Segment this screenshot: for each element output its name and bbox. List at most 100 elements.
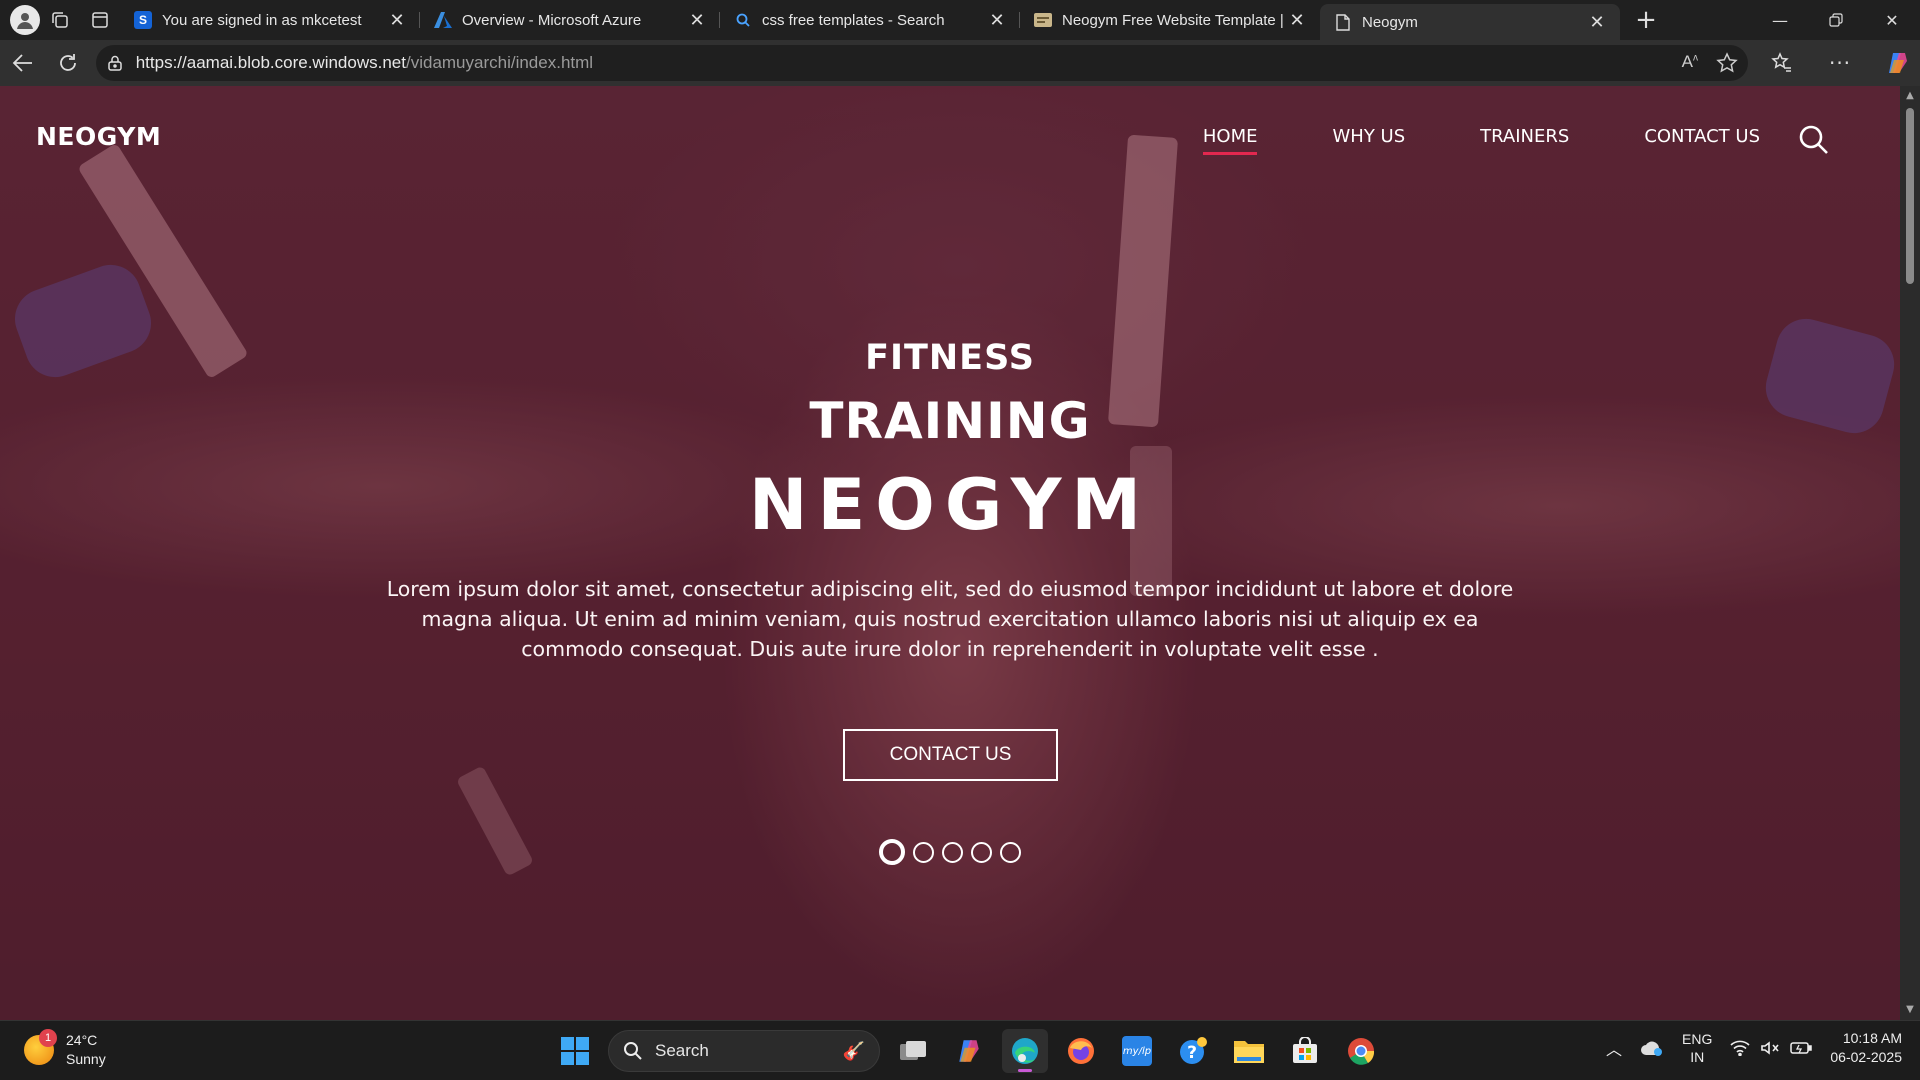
close-icon[interactable]: ✕ bbox=[1286, 10, 1308, 31]
favorites-button[interactable] bbox=[1760, 43, 1804, 83]
more-menu-button[interactable]: ··· bbox=[1818, 43, 1862, 83]
minimize-button[interactable]: — bbox=[1752, 0, 1808, 40]
template-site-icon bbox=[1034, 11, 1052, 29]
tab-neogym[interactable]: Neogym ✕ bbox=[1320, 4, 1620, 40]
site-header: NEOGYM HOME WHY US TRAINERS CONTACT US bbox=[0, 86, 1900, 176]
store-bag-icon bbox=[1293, 1037, 1317, 1063]
mylp-icon: my/lp bbox=[1122, 1036, 1152, 1066]
lang-code: ENG bbox=[1682, 1031, 1713, 1047]
site-logo[interactable]: NEOGYM bbox=[36, 122, 161, 151]
tab-search[interactable]: css free templates - Search ✕ bbox=[720, 0, 1020, 40]
tab-neogym-template[interactable]: Neogym Free Website Template | ✕ bbox=[1020, 0, 1320, 40]
page-scrollbar[interactable]: ▲ ▼ bbox=[1900, 86, 1920, 1020]
windows-logo-icon bbox=[561, 1037, 589, 1065]
hero-title: NEOGYM bbox=[748, 464, 1152, 546]
task-view-icon bbox=[900, 1041, 926, 1060]
get-help-app[interactable]: ? bbox=[1170, 1029, 1216, 1073]
taskbar-search-box[interactable]: Search 🎸 bbox=[608, 1030, 880, 1072]
nav-home[interactable]: HOME bbox=[1202, 126, 1257, 155]
restore-icon bbox=[1829, 13, 1843, 27]
volume-muted-icon bbox=[1761, 1041, 1779, 1055]
scroll-up-icon[interactable]: ▲ bbox=[1904, 90, 1916, 101]
weather-widget[interactable]: 1 24°C Sunny bbox=[24, 1029, 106, 1069]
address-input[interactable]: https://aamai.blob.core.windows.net/vida… bbox=[95, 45, 1749, 81]
tab-azure[interactable]: Overview - Microsoft Azure ✕ bbox=[420, 0, 720, 40]
tab-signed-in[interactable]: S You are signed in as mkcetest ✕ bbox=[120, 0, 420, 40]
nav-trainers[interactable]: TRAINERS bbox=[1480, 126, 1569, 155]
copilot-app[interactable] bbox=[946, 1029, 992, 1073]
firefox-app[interactable] bbox=[1058, 1029, 1104, 1073]
contact-us-button[interactable]: CONTACT US bbox=[843, 729, 1058, 781]
refresh-icon bbox=[60, 54, 77, 71]
url-path: /vidamuyarchi/index.html bbox=[405, 53, 594, 72]
plus-icon: + bbox=[1635, 5, 1657, 35]
mylp-app[interactable]: my/lp bbox=[1114, 1029, 1160, 1073]
weather-condition: Sunny bbox=[66, 1051, 106, 1067]
copilot-icon bbox=[959, 1040, 979, 1062]
close-window-button[interactable]: ✕ bbox=[1864, 0, 1920, 40]
taskbar-clock[interactable]: 10:18 AM 06-02-2025 bbox=[1830, 1029, 1902, 1067]
battery-icon bbox=[1790, 1042, 1813, 1054]
edge-browser-icon bbox=[1012, 1038, 1038, 1064]
copilot-icon bbox=[1889, 53, 1908, 73]
close-icon: ✕ bbox=[1885, 10, 1899, 30]
store-app[interactable] bbox=[1282, 1029, 1328, 1073]
hero-line-fitness: FITNESS bbox=[865, 338, 1035, 378]
edge-app[interactable] bbox=[1002, 1029, 1048, 1073]
close-icon[interactable]: ✕ bbox=[386, 10, 408, 31]
workspaces-button[interactable] bbox=[40, 0, 80, 40]
carousel-dot[interactable] bbox=[942, 841, 963, 863]
start-button[interactable] bbox=[552, 1029, 598, 1073]
nav-contact-us[interactable]: CONTACT US bbox=[1644, 126, 1760, 155]
profile-button[interactable] bbox=[0, 0, 40, 40]
onedrive-cloud-icon[interactable] bbox=[1640, 1039, 1664, 1057]
clock-time: 10:18 AM bbox=[1842, 1030, 1902, 1046]
site-search-button[interactable] bbox=[1798, 124, 1832, 158]
carousel-dot[interactable] bbox=[1000, 841, 1021, 863]
carousel-dot[interactable] bbox=[971, 841, 992, 863]
quick-settings[interactable] bbox=[1730, 1040, 1813, 1056]
favorite-star-icon[interactable] bbox=[1716, 52, 1738, 74]
close-icon[interactable]: ✕ bbox=[1586, 12, 1608, 33]
weather-temp: 24°C bbox=[66, 1032, 98, 1048]
taskbar-search-label: Search bbox=[655, 1041, 709, 1060]
chrome-app[interactable] bbox=[1338, 1029, 1384, 1073]
sun-weather-icon: 1 bbox=[24, 1029, 57, 1065]
back-button[interactable] bbox=[2, 43, 45, 83]
new-tab-button[interactable]: + bbox=[1626, 0, 1666, 40]
wifi-icon bbox=[1730, 1040, 1750, 1056]
hero-line-training: TRAINING bbox=[809, 392, 1091, 450]
file-explorer-app[interactable] bbox=[1226, 1029, 1272, 1073]
tab-label: css free templates - Search bbox=[762, 11, 945, 29]
close-icon[interactable]: ✕ bbox=[986, 10, 1008, 31]
scroll-down-icon[interactable]: ▼ bbox=[1904, 1004, 1916, 1015]
read-aloud-icon[interactable]: Aʌ bbox=[1682, 52, 1698, 74]
notification-badge: 1 bbox=[39, 1029, 57, 1047]
site-info-lock-icon[interactable] bbox=[106, 54, 124, 72]
profile-avatar-icon bbox=[10, 5, 40, 35]
page-icon bbox=[1334, 13, 1352, 31]
clock-date: 06-02-2025 bbox=[1830, 1049, 1902, 1065]
task-view-button[interactable] bbox=[890, 1029, 936, 1073]
tab-label: You are signed in as mkcetest bbox=[162, 11, 362, 29]
search-icon bbox=[624, 1042, 642, 1060]
nav-why-us[interactable]: WHY US bbox=[1332, 126, 1405, 155]
carousel-dot[interactable] bbox=[913, 841, 934, 863]
tab-label: Overview - Microsoft Azure bbox=[462, 11, 642, 29]
taskbar-apps: Search 🎸 my/lp ? bbox=[552, 1029, 1384, 1073]
refresh-button[interactable] bbox=[47, 43, 90, 83]
scroll-thumb[interactable] bbox=[1906, 108, 1914, 284]
tab-actions-button[interactable] bbox=[80, 0, 120, 40]
windows-taskbar: 1 24°C Sunny Search 🎸 my/lp ? ︿ ENG IN 1… bbox=[0, 1020, 1920, 1080]
input-language-indicator[interactable]: ENG IN bbox=[1682, 1030, 1712, 1066]
minimize-icon: — bbox=[1772, 10, 1788, 30]
url-host: https://aamai.blob.core.windows.net bbox=[135, 53, 406, 72]
carousel-indicators bbox=[879, 839, 1021, 865]
browser-tab-bar: S You are signed in as mkcetest ✕ Overvi… bbox=[0, 0, 1920, 40]
chevron-up-icon[interactable]: ︿ bbox=[1606, 1036, 1622, 1060]
ellipsis-icon: ··· bbox=[1828, 51, 1852, 75]
close-icon[interactable]: ✕ bbox=[686, 10, 708, 31]
restore-button[interactable] bbox=[1808, 0, 1864, 40]
carousel-dot[interactable] bbox=[879, 839, 905, 865]
copilot-button[interactable] bbox=[1876, 43, 1920, 83]
